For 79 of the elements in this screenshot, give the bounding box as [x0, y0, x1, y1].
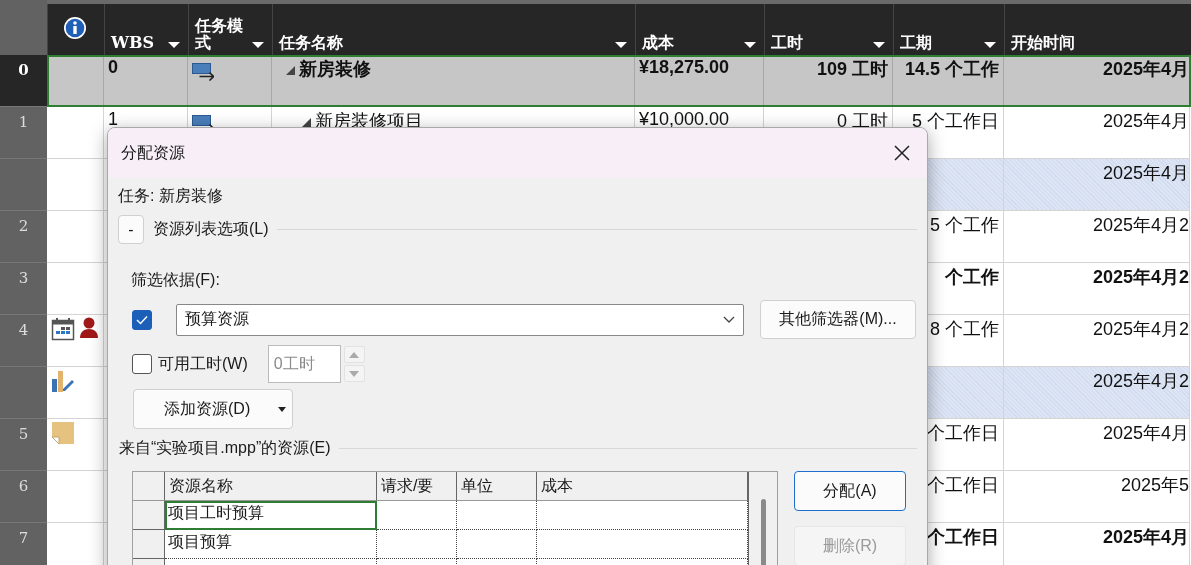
table-cell-text: 5 个工作: [930, 214, 999, 237]
filter-caret-icon[interactable]: [873, 42, 885, 48]
row-header[interactable]: 0: [0, 55, 47, 107]
table-cell-text: 2025年4月: [1102, 58, 1189, 81]
task-row[interactable]: 0 新房装修 ¥18,275.00 109 工时 14.5 个工作 2025年4月: [47, 55, 1191, 107]
table-cell-text: 个工作日: [927, 526, 999, 549]
table-cell-text: 0 工时: [837, 110, 888, 133]
row-header[interactable]: 4: [0, 315, 47, 367]
up-triangle-icon: [349, 351, 360, 358]
table-cell[interactable]: [537, 501, 748, 530]
table-cell-text: 2025年4月: [1102, 422, 1189, 445]
table-cell[interactable]: 项目预算: [165, 530, 377, 559]
filter-label: 筛选依据(F):: [130, 270, 221, 290]
table-cell-text: 2025年5: [1120, 474, 1189, 497]
filter-caret-icon[interactable]: [744, 42, 756, 48]
row-selector[interactable]: [133, 501, 165, 530]
column-header: 开始时间: [1011, 34, 1075, 51]
table-cell: 0: [108, 57, 118, 78]
table-cell-text: 8 个工作: [930, 318, 999, 341]
chevron-down-icon: [723, 315, 735, 324]
section-heading: 来自“实验项目.mpp”的资源(E): [119, 438, 331, 458]
table-cell-text: 5 个工作日: [912, 110, 999, 133]
check-icon: [136, 314, 148, 325]
table-cell-text: 2025年4月: [1102, 526, 1189, 549]
table-cell[interactable]: [377, 501, 457, 530]
dialog-title: 分配资源: [121, 142, 185, 163]
table-cell-text: 2025年4月2: [1092, 214, 1189, 237]
column-header: WBS: [111, 34, 155, 51]
column-header: 工时: [771, 34, 803, 51]
table-cell-text: 2025年4月2: [1092, 318, 1189, 341]
dialog-button[interactable]: 分配(A): [794, 471, 906, 511]
table-cell[interactable]: 项目工时预算: [165, 501, 377, 530]
column-header: 工期: [900, 34, 932, 51]
filter-caret-icon[interactable]: [984, 42, 996, 48]
row-header[interactable]: 2: [0, 211, 47, 263]
table-cell-text: 新房装修: [299, 58, 371, 81]
section-heading: 资源列表选项(L): [153, 219, 269, 239]
table-cell-text: 个工作日: [927, 474, 999, 497]
filter-dropdown[interactable]: 预算资源: [176, 303, 744, 336]
column-header: 任务名称: [279, 34, 343, 51]
filter-caret-icon[interactable]: [252, 42, 264, 48]
table-cell-text: 2025年4月: [1102, 110, 1189, 133]
table-cell-text: 2025年4月2: [1092, 370, 1189, 393]
collapse-toggle[interactable]: -: [118, 215, 144, 244]
table-cell[interactable]: [537, 530, 748, 559]
table-cell-text: 个工作: [945, 266, 999, 289]
table-cell-text: 个工作日: [927, 422, 999, 445]
row-header[interactable]: 5: [0, 419, 47, 471]
filter-caret-icon[interactable]: [168, 42, 180, 48]
more-filters-button[interactable]: 其他筛选器(M)...: [760, 300, 916, 339]
table-cell-text: 2025年4月2: [1092, 266, 1189, 289]
column-header: 成本: [642, 34, 674, 51]
add-resource-button[interactable]: 添加资源(D): [133, 389, 293, 429]
checkbox-label: 可用工时(W): [158, 353, 248, 374]
row-header[interactable]: 7: [0, 523, 47, 565]
table-cell-text: 14.5 个工作: [904, 58, 999, 81]
scrollbar-thumb[interactable]: [760, 499, 766, 565]
close-icon[interactable]: [894, 145, 910, 161]
table-cell[interactable]: [377, 530, 457, 559]
table-cell: ¥10,000.00: [639, 109, 730, 130]
row-selector[interactable]: [133, 530, 165, 559]
table-cell: 1: [108, 109, 118, 130]
table-cell-text: 109 工时: [816, 58, 888, 81]
table-cell: ¥18,275.00: [639, 57, 730, 78]
table-cell[interactable]: [457, 530, 537, 559]
collapse-triangle-icon[interactable]: [302, 118, 311, 127]
corner-cell[interactable]: [0, 0, 47, 55]
column-header: 任务模式: [195, 17, 244, 51]
row-header[interactable]: 3: [0, 263, 47, 315]
caret-icon: [278, 406, 286, 412]
checkbox[interactable]: [132, 309, 152, 330]
row-header[interactable]: 6: [0, 471, 47, 523]
down-triangle-icon: [349, 370, 360, 377]
filter-caret-icon[interactable]: [615, 42, 627, 48]
table-cell[interactable]: [457, 501, 537, 530]
collapse-triangle-icon[interactable]: [286, 66, 295, 75]
row-header[interactable]: 1: [0, 107, 47, 159]
task-label: 任务: 新房装修: [118, 186, 224, 206]
table-cell-text: 2025年4月: [1102, 162, 1189, 185]
